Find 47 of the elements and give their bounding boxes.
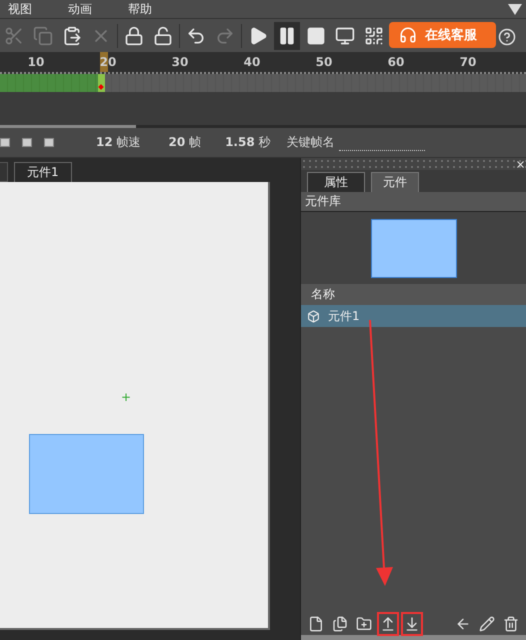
keyframe-marker [98,84,104,90]
upload-icon [380,616,396,632]
ruler-label: 50 [316,54,332,71]
qr-code-icon [364,26,384,46]
unlock-icon [153,26,173,46]
monitor-icon [335,26,355,46]
menu-item[interactable]: 帮助 [128,0,188,18]
document-tab[interactable]: 元件1 [14,162,72,182]
stop-icon [306,26,326,46]
paste-icon [62,26,82,46]
redo-icon [215,26,235,46]
symbol-icon [307,310,320,322]
ruler-label: 60 [388,54,404,71]
upload-button[interactable] [377,612,399,636]
keyframe-name-label: 关键帧名 [286,134,334,151]
column-header: 名称 [301,284,526,305]
panel-tab[interactable]: 元件 [371,172,419,192]
menu-item[interactable]: 动画 [68,0,128,18]
ruler-label: 40 [244,54,260,71]
cut-icon [4,26,24,46]
folder-plus-icon [356,616,372,632]
scrollbar-thumb[interactable] [0,125,136,128]
menu-item[interactable]: 视图 [8,0,68,18]
left-arrow-icon [455,616,471,632]
pause-button[interactable] [274,22,300,50]
lock-icon [124,26,144,46]
registration-mark: + [121,390,132,404]
download-icon [404,616,420,632]
copy-icon [33,26,53,46]
headset-icon [399,26,417,44]
duration: 1.58 秒 [225,134,270,151]
panel-tab[interactable]: 属性 [307,172,365,192]
library-item[interactable]: 元件1 [301,305,526,327]
trash-icon [503,616,519,632]
file-icon [308,616,324,632]
files-icon [332,616,348,632]
library-title: 元件库 [301,192,526,212]
help-icon[interactable] [498,28,516,46]
close-icon[interactable] [515,158,526,170]
ruler-label: 30 [172,54,188,71]
ruler-label: 70 [460,54,476,71]
frame-rate: 12 帧速 [96,134,141,151]
download-button[interactable] [401,612,423,636]
frame-count: 20 帧 [168,134,202,151]
pencil-icon [479,616,495,632]
ruler-label: 10 [28,54,44,71]
undo-icon [186,26,206,46]
